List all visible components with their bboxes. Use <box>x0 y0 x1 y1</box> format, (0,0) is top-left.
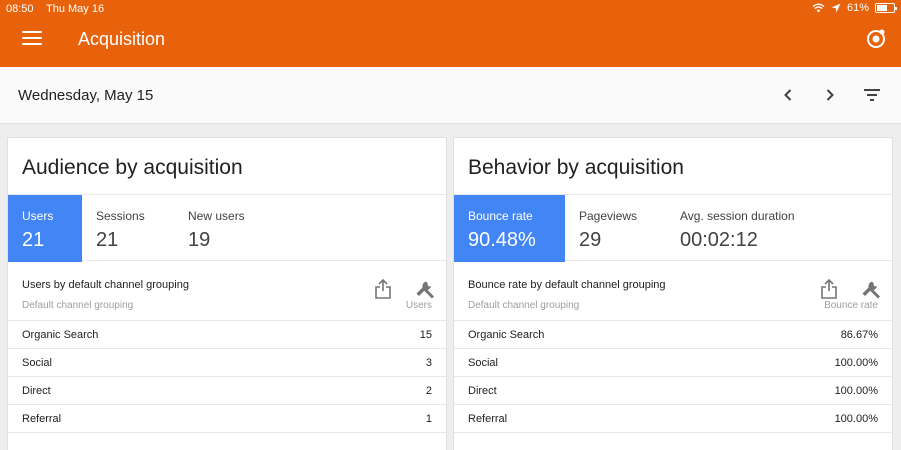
metric-value: 90.48% <box>468 229 536 251</box>
chevron-left-icon[interactable] <box>778 85 798 105</box>
metric-tab-users[interactable]: Users 21 <box>8 195 82 262</box>
wrench-icon[interactable] <box>414 278 436 300</box>
row-label: Organic Search <box>22 329 99 341</box>
row-value: 3 <box>425 357 432 369</box>
table-rows: Organic Search 15 Social 3 Direct 2 Refe… <box>8 321 446 433</box>
menu-button[interactable] <box>22 31 42 47</box>
dimension-label: Default channel grouping <box>468 300 580 311</box>
menu-icon-bar <box>22 31 42 33</box>
row-label: Direct <box>468 385 497 397</box>
wifi-icon <box>812 3 825 13</box>
table-row[interactable]: Referral 1 <box>8 405 446 433</box>
row-value: 1 <box>425 413 432 425</box>
table-row[interactable]: Organic Search 86.67% <box>454 321 892 349</box>
date-range-label[interactable]: Wednesday, May 15 <box>18 87 153 104</box>
metric-tabs: Users 21 Sessions 21 New users 19 <box>8 194 446 262</box>
audience-card: Audience by acquisition Users 21 Session… <box>7 137 447 450</box>
metric-label: Bounce rate <box>468 209 533 223</box>
menu-icon-bar <box>22 37 42 39</box>
account-switcher-icon[interactable] <box>865 28 887 50</box>
table-rows: Organic Search 86.67% Social 100.00% Dir… <box>454 321 892 433</box>
table-row[interactable]: Direct 100.00% <box>454 377 892 405</box>
metric-value: 21 <box>96 229 119 251</box>
status-time: 08:50 <box>6 3 34 15</box>
metric-value: 21 <box>22 229 45 251</box>
row-label: Organic Search <box>468 329 545 341</box>
table-header: Users by default channel grouping Defaul… <box>8 261 446 321</box>
status-bar: 08:50 Thu May 16 61% <box>0 0 901 18</box>
metric-tab-pageviews[interactable]: Pageviews 29 <box>565 195 666 262</box>
app-bar: 08:50 Thu May 16 61% Acquisition <box>0 0 901 67</box>
table-row[interactable]: Social 3 <box>8 349 446 377</box>
row-label: Referral <box>468 413 508 425</box>
row-value: 86.67% <box>840 329 878 341</box>
app-title: Acquisition <box>78 29 166 49</box>
table-row[interactable]: Referral 100.00% <box>454 405 892 433</box>
metric-label: Sessions <box>96 209 145 223</box>
metric-tabs: Bounce rate 90.48% Pageviews 29 Avg. ses… <box>454 194 892 262</box>
metric-tab-new-users[interactable]: New users 19 <box>174 195 284 262</box>
metric-tab-sessions[interactable]: Sessions 21 <box>82 195 174 262</box>
row-value: 100.00% <box>834 413 878 425</box>
metric-value: 00:02:12 <box>680 229 758 251</box>
row-label: Direct <box>22 385 51 397</box>
status-right: 61% <box>812 2 897 14</box>
filter-icon[interactable] <box>862 85 882 105</box>
chevron-right-icon[interactable] <box>820 85 840 105</box>
share-icon[interactable] <box>374 279 392 299</box>
row-label: Referral <box>22 413 62 425</box>
table-row[interactable]: Organic Search 15 <box>8 321 446 349</box>
table-row[interactable]: Social 100.00% <box>454 349 892 377</box>
metric-label: Users <box>22 209 54 223</box>
behavior-card: Behavior by acquisition Bounce rate 90.4… <box>453 137 893 450</box>
battery-percentage: 61% <box>846 2 869 14</box>
wrench-icon[interactable] <box>860 278 882 300</box>
metric-label: New users <box>188 209 245 223</box>
metric-value: 29 <box>579 229 602 251</box>
card-title: Audience by acquisition <box>22 156 243 179</box>
card-title: Behavior by acquisition <box>468 156 684 179</box>
table-title: Bounce rate by default channel grouping <box>468 279 666 291</box>
row-value: 100.00% <box>834 385 878 397</box>
row-label: Social <box>22 357 52 369</box>
status-date: Thu May 16 <box>46 3 105 15</box>
row-value: 2 <box>425 385 432 397</box>
metric-tab-avg-session-duration[interactable]: Avg. session duration 00:02:12 <box>666 195 816 262</box>
share-icon[interactable] <box>820 279 838 299</box>
date-bar: Wednesday, May 15 <box>0 67 901 124</box>
column-label: Bounce rate <box>824 300 878 311</box>
row-label: Social <box>468 357 498 369</box>
column-label: Users <box>405 300 432 311</box>
dimension-label: Default channel grouping <box>22 300 134 311</box>
table-header: Bounce rate by default channel grouping … <box>454 261 892 321</box>
metric-label: Avg. session duration <box>680 209 795 223</box>
menu-icon-bar <box>22 43 42 45</box>
row-value: 15 <box>419 329 432 341</box>
location-arrow-icon <box>831 3 841 13</box>
battery-icon <box>875 3 897 13</box>
metric-tab-bounce-rate[interactable]: Bounce rate 90.48% <box>454 195 565 262</box>
metric-value: 19 <box>188 229 211 251</box>
metric-label: Pageviews <box>579 209 638 223</box>
table-title: Users by default channel grouping <box>22 279 189 291</box>
row-value: 100.00% <box>834 357 878 369</box>
table-row[interactable]: Direct 2 <box>8 377 446 405</box>
